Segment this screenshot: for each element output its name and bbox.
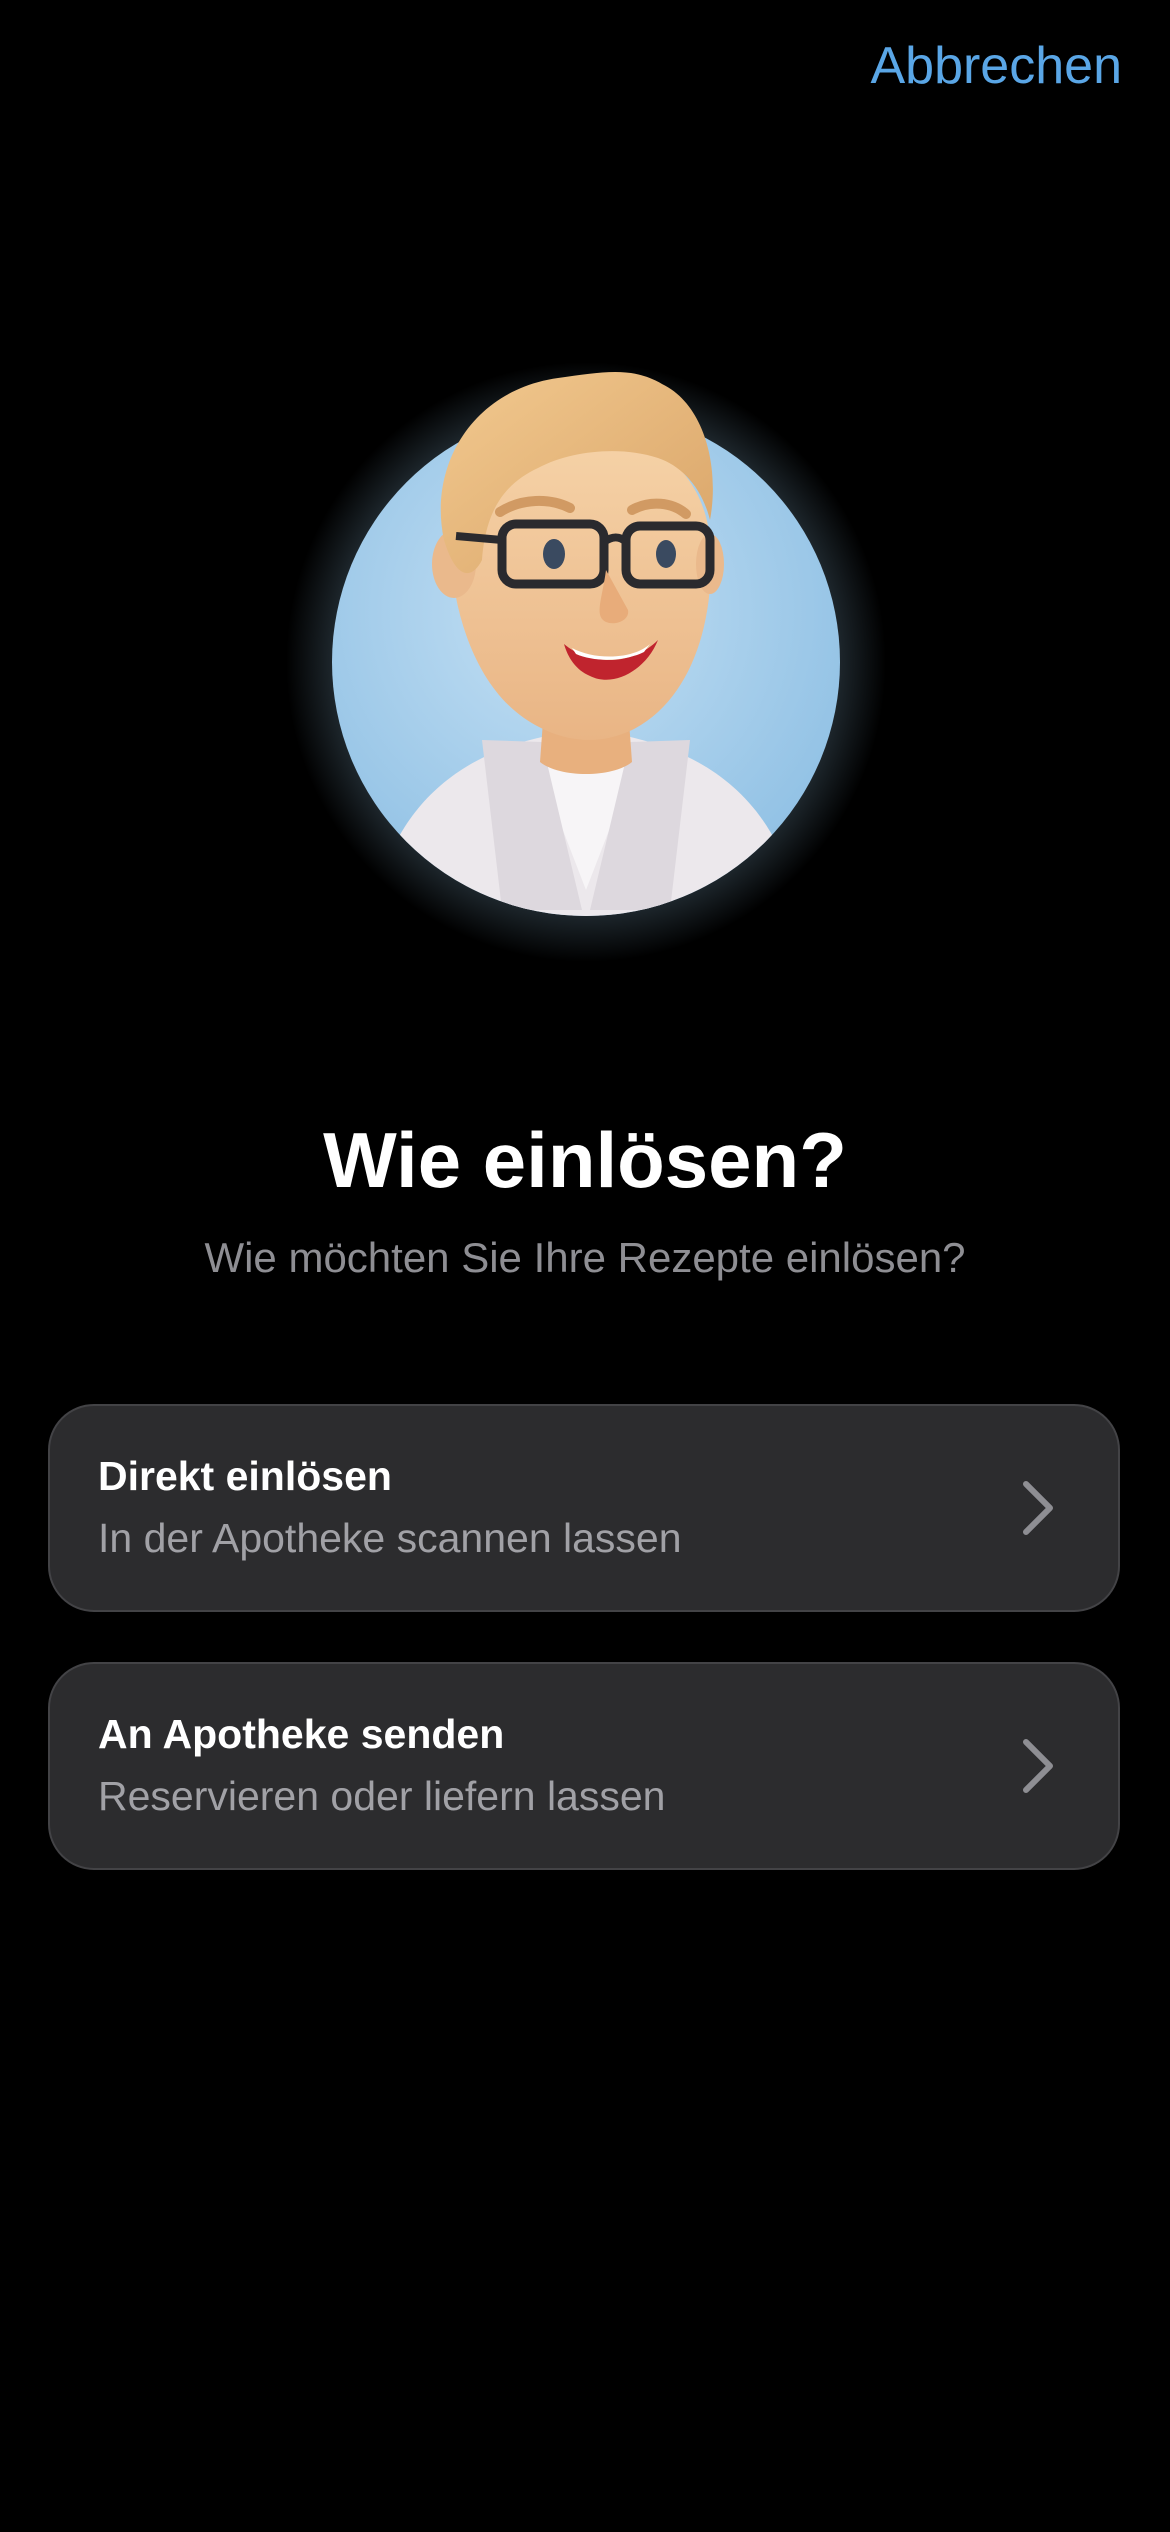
option-title: Direkt einlösen [98,1453,392,1499]
page-subtitle: Wie möchten Sie Ihre Rezepte einlösen? [204,1234,966,1281]
option-subtitle: In der Apotheke scannen lassen [98,1515,682,1561]
pharmacist-avatar [286,362,886,962]
chevron-right-icon [1023,1481,1053,1535]
page-title: Wie einlösen? [323,1116,847,1204]
chevron-right-icon [1023,1739,1053,1793]
option-title: An Apotheke senden [98,1711,505,1757]
cancel-button[interactable]: Abbrechen [870,34,1122,98]
send-to-pharmacy-option[interactable]: An Apotheke senden Reservieren oder lief… [48,1662,1120,1870]
redeem-directly-option[interactable]: Direkt einlösen In der Apotheke scannen … [48,1404,1120,1612]
option-subtitle: Reservieren oder liefern lassen [98,1773,666,1819]
